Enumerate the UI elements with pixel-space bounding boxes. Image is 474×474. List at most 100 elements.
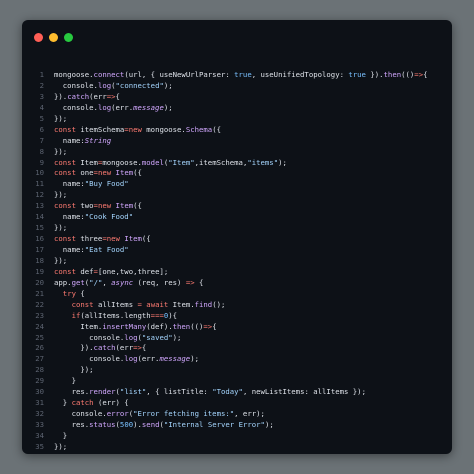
code-token: (); (212, 299, 226, 309)
code-token: name: (54, 212, 85, 222)
code-token: insertMany (102, 321, 147, 331)
code-line: 29 } (22, 376, 452, 387)
code-line: 25 console.log("saved"); (22, 333, 452, 344)
line-number: 27 (35, 354, 44, 364)
code-token: Item (124, 234, 142, 244)
code-token: (() (401, 70, 415, 79)
code-token: mongoose. (141, 124, 186, 134)
code-token: log (97, 102, 112, 112)
code-token: const (54, 266, 76, 276)
code-text: const one=new Item({ (54, 168, 142, 179)
code-token: [one,two,three]; (97, 266, 169, 276)
code-line: 35}); (22, 442, 452, 453)
code-token: (def). (146, 321, 173, 331)
line-number: 12 (35, 190, 44, 200)
code-text: } (54, 431, 67, 442)
code-line: 23 if(allItems.length===0){ (22, 311, 452, 322)
code-token: ); (163, 102, 173, 112)
code-line: 17 name:"Eat Food" (22, 245, 452, 256)
code-token: }); (54, 113, 68, 123)
code-token: async (111, 277, 134, 287)
code-text: }).catch(err=>{ (54, 343, 146, 354)
code-text: console.log("connected"); (54, 81, 173, 92)
code-token: "connected" (115, 80, 164, 90)
code-token: name: (54, 179, 85, 189)
line-number: 26 (35, 343, 44, 353)
code-token: catch (93, 343, 116, 353)
code-token: mongoose. (54, 70, 94, 79)
code-token: name: (54, 245, 85, 254)
code-token: const (54, 201, 76, 211)
code-token: (err. (137, 354, 160, 364)
code-token: { (115, 91, 120, 101)
code-token: }); (54, 190, 68, 200)
code-token: => (185, 277, 195, 287)
code-token: } (54, 430, 68, 440)
code-token: render (89, 387, 116, 397)
code-token: true (348, 70, 366, 79)
line-number: 28 (35, 365, 44, 375)
minimize-window-button[interactable] (49, 33, 58, 42)
code-text: }).catch(err=>{ (54, 92, 120, 103)
code-line: 19 const def=[one,two,three]; (22, 267, 452, 278)
code-token: }); (54, 255, 68, 265)
code-token: }). (365, 70, 384, 79)
zoom-window-button[interactable] (64, 33, 73, 42)
line-number: 29 (35, 376, 44, 386)
code-token: (err) { (93, 398, 129, 408)
code-text: name:String (54, 136, 111, 147)
code-text: if(allItems.length===0){ (54, 311, 177, 322)
code-line: 10 const one=new Item({ (22, 168, 452, 179)
code-token: def (75, 266, 94, 276)
code-block: 1 mongoose.connect(url, { useNewUrlParser… (22, 70, 452, 453)
code-line: 4 console.log(err.message); (22, 103, 452, 114)
code-token: }); (54, 223, 68, 233)
code-text: name:"Buy Food" (54, 179, 129, 190)
code-token: send (141, 420, 160, 429)
code-token: await (146, 299, 169, 309)
code-token: true (234, 70, 252, 79)
line-number: 34 (35, 430, 44, 440)
code-token: (err (89, 91, 107, 101)
line-number: 10 (35, 168, 44, 178)
code-text: console.log(err.message); (54, 354, 199, 365)
code-token: "Item" (168, 157, 195, 167)
code-token: (err. (111, 102, 134, 112)
code-token: => (203, 321, 213, 331)
close-window-button[interactable] (34, 33, 43, 42)
code-token: new (128, 124, 142, 134)
code-token: new (97, 168, 112, 178)
line-number: 23 (35, 310, 44, 320)
code-text: }); (54, 147, 67, 158)
line-number: 15 (35, 223, 44, 233)
code-line: 11 name:"Buy Food" (22, 179, 452, 190)
code-token: "Internal Server Error" (163, 420, 265, 429)
code-text: res.render("list", { listTitle: "Today",… (54, 387, 366, 398)
code-token: res. (54, 420, 90, 429)
line-number: 25 (35, 332, 44, 342)
code-token: 500 (119, 420, 134, 429)
code-line: 2 console.log("connected"); (22, 81, 452, 92)
code-token: ); (264, 420, 274, 429)
code-token: ){ (168, 310, 178, 320)
code-token: find (194, 299, 213, 309)
code-token: "Eat Food" (84, 245, 129, 254)
code-token: const (54, 234, 76, 244)
code-line: 7 name:String (22, 136, 452, 147)
code-text: const Item=mongoose.model("Item",itemSch… (54, 158, 287, 169)
code-token: }). (54, 343, 94, 353)
code-text: }); (54, 190, 67, 201)
code-token: catch (67, 91, 90, 101)
code-text: } (54, 376, 76, 387)
line-number: 31 (35, 398, 44, 408)
code-token: message (159, 354, 191, 364)
code-line: 1 mongoose.connect(url, { useNewUrlParser… (22, 70, 452, 81)
code-token: ); (190, 354, 200, 364)
code-token: ({ (141, 234, 151, 244)
code-text: mongoose.connect(url, { useNewUrlParser:… (54, 70, 428, 81)
code-token: model (141, 157, 164, 167)
code-token: "Buy Food" (84, 179, 129, 189)
code-line: 22 const allItems = await Item.find(); (22, 300, 452, 311)
code-text: console.log("saved"); (54, 333, 181, 344)
